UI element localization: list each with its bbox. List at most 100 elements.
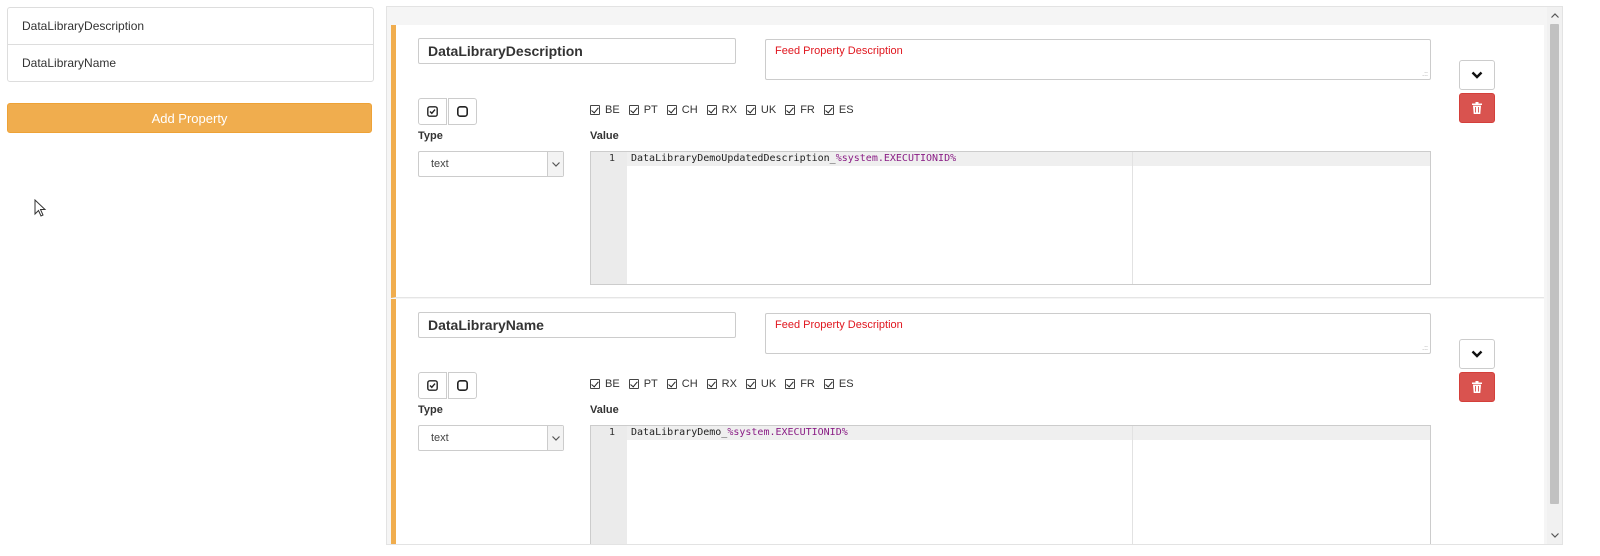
properties-editor-panel: DataLibraryDescription Feed Property Des… <box>386 6 1563 545</box>
country-checkbox[interactable]: RX <box>706 104 737 116</box>
scroll-down-icon[interactable] <box>1547 528 1562 543</box>
delete-property-button[interactable] <box>1459 93 1495 123</box>
country-label: UK <box>760 104 777 116</box>
property-row: DataLibraryName Feed Property Descriptio… <box>391 299 1544 544</box>
country-checkboxes: BE PT CH RX UK FR ES <box>590 104 863 116</box>
value-label: Value <box>590 130 619 142</box>
property-list-item[interactable]: DataLibraryDescription <box>8 8 373 45</box>
country-label: ES <box>838 378 854 390</box>
square-icon <box>457 106 468 117</box>
checkbox-checked-icon[interactable] <box>666 105 677 115</box>
code-line[interactable]: DataLibraryDemoUpdatedDescription_%syste… <box>631 153 956 164</box>
square-icon <box>457 380 468 391</box>
checkbox-checked-icon[interactable] <box>590 379 600 389</box>
checkbox-checked-icon[interactable] <box>823 105 834 115</box>
property-description-input[interactable]: Feed Property Description .:: <box>765 313 1431 354</box>
checkbox-checked-icon[interactable] <box>628 379 639 389</box>
country-checkbox[interactable]: PT <box>628 378 658 390</box>
chevron-down-icon <box>1471 71 1483 79</box>
chevron-down-icon[interactable] <box>547 152 563 176</box>
type-select[interactable]: text <box>418 425 564 451</box>
country-checkbox[interactable]: FR <box>785 104 815 116</box>
type-label: Type <box>418 404 443 416</box>
checkbox-checked-icon[interactable] <box>706 379 717 389</box>
print-margin <box>1132 426 1133 544</box>
resize-grip-icon[interactable]: .:: <box>1422 345 1428 352</box>
description-placeholder: Feed Property Description <box>775 45 903 57</box>
country-checkboxes: BE PT CH RX UK FR ES <box>590 378 863 390</box>
editor-gutter: 1 <box>591 426 627 544</box>
select-all-countries-button[interactable] <box>418 372 447 399</box>
type-select[interactable]: text <box>418 151 564 177</box>
country-label: CH <box>681 104 698 116</box>
country-label: FR <box>800 378 815 390</box>
country-checkbox[interactable]: RX <box>706 378 737 390</box>
country-label: PT <box>643 378 658 390</box>
checkbox-checked-icon[interactable] <box>785 379 796 389</box>
scrollbar-thumb[interactable] <box>1550 24 1559 504</box>
code-text: DataLibraryDemoUpdatedDescription_ <box>631 153 836 164</box>
editor-gutter: 1 <box>591 152 627 284</box>
check-square-icon <box>427 106 438 117</box>
property-description-input[interactable]: Feed Property Description .:: <box>765 39 1431 80</box>
scroll-up-icon[interactable] <box>1547 8 1562 23</box>
country-label: CH <box>681 378 698 390</box>
code-line[interactable]: DataLibraryDemo_%system.EXECUTIONID% <box>631 427 848 438</box>
trash-icon <box>1472 381 1482 393</box>
country-label: RX <box>721 378 737 390</box>
checkbox-checked-icon[interactable] <box>706 105 717 115</box>
value-code-editor[interactable]: 1 DataLibraryDemoUpdatedDescription_%sys… <box>590 151 1431 285</box>
select-none-countries-button[interactable] <box>448 98 477 125</box>
code-variable: %system.EXECUTIONID% <box>727 427 848 438</box>
checkbox-checked-icon[interactable] <box>785 105 796 115</box>
chevron-down-icon[interactable] <box>547 426 563 450</box>
line-number: 1 <box>608 153 615 164</box>
value-label: Value <box>590 404 619 416</box>
resize-grip-icon[interactable]: .:: <box>1422 71 1428 78</box>
country-checkbox[interactable]: PT <box>628 104 658 116</box>
country-checkbox[interactable]: BE <box>590 378 620 390</box>
property-name-input[interactable]: DataLibraryDescription <box>418 38 736 64</box>
code-variable: %system.EXECUTIONID% <box>835 153 957 164</box>
collapse-button[interactable] <box>1459 339 1495 369</box>
value-code-editor[interactable]: 1 DataLibraryDemo_%system.EXECUTIONID% <box>590 425 1431 544</box>
checkbox-checked-icon[interactable] <box>628 105 639 115</box>
country-checkbox[interactable]: CH <box>666 104 698 116</box>
property-list: DataLibraryDescription DataLibraryName <box>7 7 374 82</box>
delete-property-button[interactable] <box>1459 372 1495 402</box>
country-checkbox[interactable]: ES <box>823 378 854 390</box>
country-label: BE <box>605 104 620 116</box>
collapse-button[interactable] <box>1459 60 1495 90</box>
country-label: FR <box>800 104 815 116</box>
country-label: PT <box>643 104 658 116</box>
country-checkbox[interactable]: FR <box>785 378 815 390</box>
line-number: 1 <box>608 427 615 438</box>
checkbox-checked-icon[interactable] <box>590 105 600 115</box>
select-none-countries-button[interactable] <box>448 372 477 399</box>
checkbox-checked-icon[interactable] <box>666 379 677 389</box>
country-label: BE <box>605 378 620 390</box>
country-checkbox[interactable]: BE <box>590 104 620 116</box>
add-property-button[interactable]: Add Property <box>7 103 372 133</box>
country-checkbox[interactable]: CH <box>666 378 698 390</box>
country-label: UK <box>760 378 777 390</box>
country-checkbox[interactable]: UK <box>745 104 777 116</box>
vertical-scrollbar[interactable] <box>1547 7 1562 544</box>
type-select-value: text <box>431 158 449 170</box>
type-label: Type <box>418 130 443 142</box>
country-checkbox[interactable]: UK <box>745 378 777 390</box>
chevron-down-icon <box>1471 350 1483 358</box>
check-square-icon <box>427 380 438 391</box>
select-all-countries-button[interactable] <box>418 98 447 125</box>
code-text: DataLibraryDemo_ <box>631 427 728 438</box>
mouse-pointer-icon <box>34 199 47 217</box>
checkbox-checked-icon[interactable] <box>745 105 756 115</box>
type-select-value: text <box>431 432 449 444</box>
trash-icon <box>1472 102 1482 114</box>
property-name-input[interactable]: DataLibraryName <box>418 312 736 338</box>
checkbox-checked-icon[interactable] <box>823 379 834 389</box>
country-checkbox[interactable]: ES <box>823 104 854 116</box>
checkbox-checked-icon[interactable] <box>745 379 756 389</box>
property-list-item[interactable]: DataLibraryName <box>8 45 373 81</box>
country-label: RX <box>721 104 737 116</box>
